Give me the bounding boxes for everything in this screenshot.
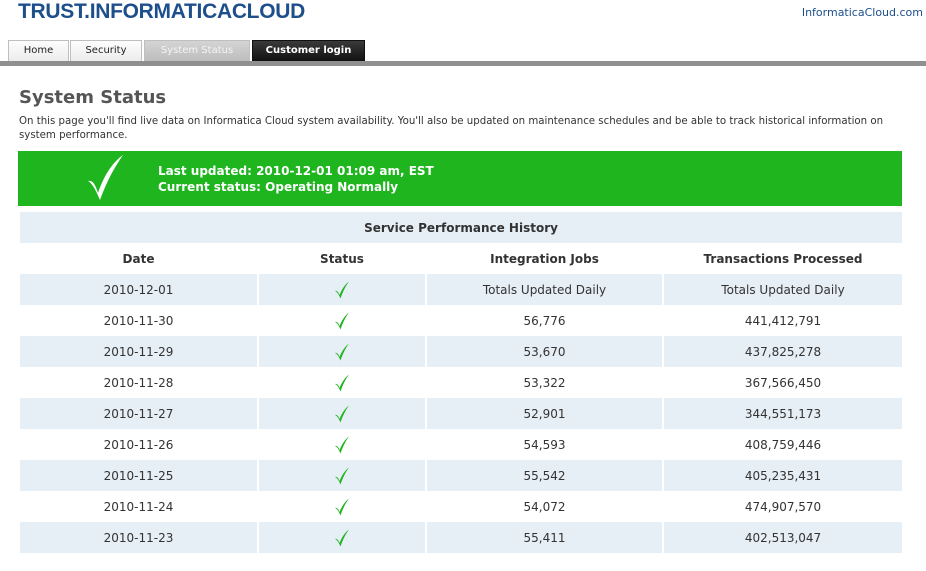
table-row: 2010-11-30 56,776 441,412,791: [20, 305, 903, 336]
transactions-cell: 408,759,446: [664, 429, 903, 460]
table-caption: Service Performance History: [20, 212, 903, 243]
table-row: 2010-12-01 Totals Updated Daily Totals Upd…: [20, 274, 903, 305]
table-row: 2010-11-27 52,901 344,551,173: [20, 398, 903, 429]
table-row: 2010-11-24 54,072 474,907,570: [20, 491, 903, 522]
page-title: System Status: [19, 87, 167, 108]
date-cell: 2010-11-25: [20, 460, 257, 491]
integration-jobs-cell: Totals Updated Daily: [427, 274, 662, 305]
check-icon: [84, 153, 126, 203]
table-body: 2010-12-01 Totals Updated Daily Totals Upd…: [20, 274, 903, 553]
date-cell: 2010-11-26: [20, 429, 257, 460]
date-cell: 2010-11-24: [20, 491, 257, 522]
transactions-cell: Totals Updated Daily: [664, 274, 903, 305]
status-cell: [259, 491, 425, 522]
status-cell: [259, 274, 425, 305]
table-row: 2010-11-23 55,411 402,513,047: [20, 522, 903, 553]
status-cell: [259, 305, 425, 336]
site-header: TRUST.INFORMATICACLOUD InformaticaCloud.…: [0, 0, 926, 40]
date-cell: 2010-11-27: [20, 398, 257, 429]
tab-divider: [0, 61, 926, 66]
integration-jobs-cell: 56,776: [427, 305, 662, 336]
check-icon: [259, 312, 425, 330]
integration-jobs-cell: 55,411: [427, 522, 662, 553]
integration-jobs-cell: 53,670: [427, 336, 662, 367]
transactions-cell: 441,412,791: [664, 305, 903, 336]
integration-jobs-cell: 55,542: [427, 460, 662, 491]
column-header-transactions: Transactions Processed: [664, 243, 903, 274]
date-cell: 2010-12-01: [20, 274, 257, 305]
column-header-integration-jobs: Integration Jobs: [427, 243, 662, 274]
status-cell: [259, 429, 425, 460]
integration-jobs-cell: 53,322: [427, 367, 662, 398]
status-cell: [259, 367, 425, 398]
column-header-date: Date: [20, 243, 257, 274]
status-cell: [259, 522, 425, 553]
column-header-status: Status: [259, 243, 425, 274]
status-cell: [259, 398, 425, 429]
last-updated-text: Last updated: 2010-12-01 01:09 am, EST: [158, 164, 434, 178]
tab-home[interactable]: Home: [8, 40, 69, 61]
integration-jobs-cell: 54,072: [427, 491, 662, 522]
check-icon: [259, 281, 425, 299]
performance-history-table: Service Performance History Date Status …: [18, 212, 904, 553]
integration-jobs-cell: 52,901: [427, 398, 662, 429]
check-icon: [259, 529, 425, 547]
date-cell: 2010-11-29: [20, 336, 257, 367]
check-icon: [259, 467, 425, 485]
date-cell: 2010-11-28: [20, 367, 257, 398]
date-cell: 2010-11-23: [20, 522, 257, 553]
status-cell: [259, 460, 425, 491]
tab-system-status[interactable]: System Status: [144, 40, 250, 61]
check-icon: [259, 498, 425, 516]
transactions-cell: 437,825,278: [664, 336, 903, 367]
date-cell: 2010-11-30: [20, 305, 257, 336]
tab-customer-login[interactable]: Customer login: [252, 40, 365, 61]
integration-jobs-cell: 54,593: [427, 429, 662, 460]
table-row: 2010-11-25 55,542 405,235,431: [20, 460, 903, 491]
check-icon: [259, 436, 425, 454]
table-row: 2010-11-28 53,322 367,566,450: [20, 367, 903, 398]
transactions-cell: 405,235,431: [664, 460, 903, 491]
current-status-text: Current status: Operating Normally: [158, 180, 399, 194]
table-row: 2010-11-29 53,670 437,825,278: [20, 336, 903, 367]
intro-text: On this page you'll find live data on In…: [19, 116, 884, 141]
check-icon: [259, 374, 425, 392]
status-cell: [259, 336, 425, 367]
transactions-cell: 367,566,450: [664, 367, 903, 398]
transactions-cell: 474,907,570: [664, 491, 903, 522]
table-row: 2010-11-26 54,593 408,759,446: [20, 429, 903, 460]
informaticacloud-link[interactable]: InformaticaCloud.com: [802, 6, 923, 19]
check-icon: [259, 343, 425, 361]
status-banner: Last updated: 2010-12-01 01:09 am, EST C…: [18, 151, 902, 206]
transactions-cell: 402,513,047: [664, 522, 903, 553]
transactions-cell: 344,551,173: [664, 398, 903, 429]
check-icon: [259, 405, 425, 423]
tab-security[interactable]: Security: [70, 40, 142, 61]
site-logo[interactable]: TRUST.INFORMATICACLOUD: [18, 0, 305, 24]
